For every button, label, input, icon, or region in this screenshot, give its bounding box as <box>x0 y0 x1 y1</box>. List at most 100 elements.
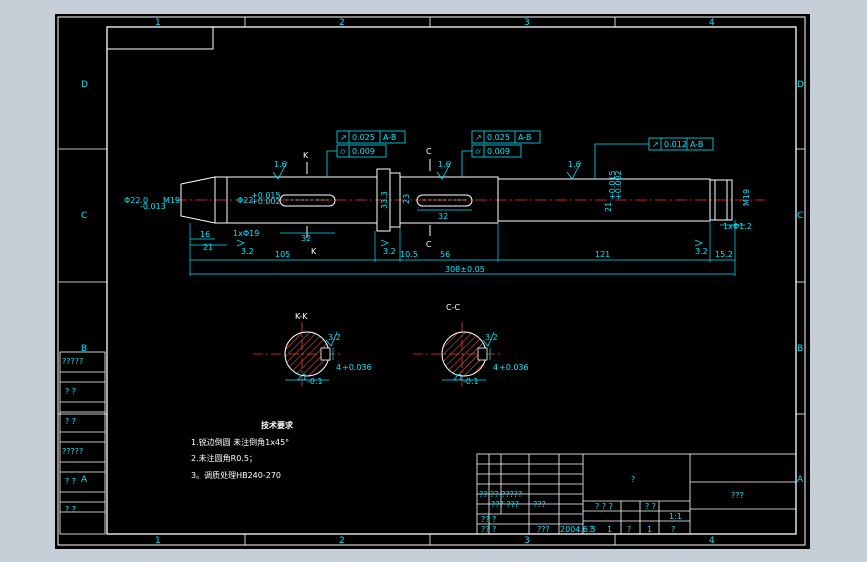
dim-121: 121 <box>595 250 610 259</box>
section-k-bottom: K <box>311 247 317 256</box>
tol-3-datum: A-B <box>518 133 531 142</box>
dia-journal2: 23 <box>402 194 411 204</box>
dia-journal1-tol2: +0.002 <box>251 197 281 206</box>
section-kk-rough: 3.2 <box>328 333 341 342</box>
section-kk-width: 21 <box>297 373 307 382</box>
grid-row-a-left: A <box>81 475 88 485</box>
rough-2: 1.6 <box>438 160 451 169</box>
dim-21: 21 <box>203 243 213 252</box>
notes-line-1: 1.锐边倒圆 未注倒角1x45° <box>191 437 289 447</box>
tol-3-value: 0.025 <box>487 133 510 142</box>
outer-border <box>57 16 806 546</box>
section-cc-title: C-C <box>446 303 460 312</box>
strip-label-1: ????? <box>62 357 83 366</box>
section-c-bottom: C <box>426 240 432 249</box>
tol-5-symbol: ↗ <box>652 140 659 149</box>
notes-title: 技术要求 <box>261 420 294 430</box>
title-block-scale-row-2: ? ? <box>645 502 656 511</box>
grid-row-a-right: A <box>797 475 804 485</box>
dim-16: 16 <box>200 230 210 239</box>
dim-chamfer-right: 1xΦ1.2 <box>723 222 752 231</box>
dia-journal3: 21 <box>604 202 613 212</box>
title-block-row-1: ?? ?? ????? <box>479 490 522 499</box>
tol-5-value: 0.012 <box>664 140 687 149</box>
title-block-drawing-no: ??? <box>731 491 744 500</box>
grid-row-b-left: B <box>81 344 87 354</box>
tol-1-symbol: ↗ <box>340 133 347 142</box>
section-k-top: K <box>303 151 309 160</box>
dia-collar: 33.3 <box>380 191 389 209</box>
keyway-1 <box>279 194 336 207</box>
section-cc-width: 21 <box>453 373 463 382</box>
title-block-row-3: ?? ? <box>481 515 496 524</box>
tol-1-value: 0.025 <box>352 133 375 142</box>
strip-label-3: ? ? <box>65 417 76 426</box>
dia-left-thread: M19 <box>163 196 180 205</box>
title-block-row-2: ??? ??? <box>491 500 519 509</box>
title-block <box>476 453 797 535</box>
grid-row-d-right: D <box>797 80 804 90</box>
dim-overall: 308±0.05 <box>445 265 485 274</box>
tol-3-symbol: ↗ <box>475 133 482 142</box>
title-block-name: ? <box>631 475 635 484</box>
strip-label-2: ? ? <box>65 387 76 396</box>
grid-col-3-bottom: 3 <box>524 536 530 546</box>
section-kk-key-tol: +0.036 <box>342 363 372 372</box>
dim-105: 105 <box>275 250 290 259</box>
section-kk-width-tol: -0.1 <box>307 377 323 386</box>
section-kk-title: K-K <box>295 312 308 321</box>
tol-1-datum: A-B <box>383 133 396 142</box>
section-cc-key: 4 <box>493 363 498 372</box>
tol-5-datum: A-B <box>690 140 703 149</box>
title-block-sheet-3: ? <box>627 525 631 534</box>
grid-col-3-top: 3 <box>524 18 530 28</box>
notes-line-2: 2.未注圆角R0.5； <box>191 453 257 463</box>
cad-drawing: 1 2 3 4 1 2 3 4 D C B A D C B A ????? ? … <box>57 16 806 546</box>
grid-col-2-bottom: 2 <box>339 536 345 546</box>
dim-15-2: 15.2 <box>715 250 733 259</box>
dim-key1: 32 <box>301 234 311 243</box>
grid-col-1-bottom: 1 <box>155 536 161 546</box>
dim-56: 56 <box>440 250 450 259</box>
section-cc-width-tol: -0.1 <box>463 377 479 386</box>
drawing-sheet: 1 2 3 4 1 2 3 4 D C B A D C B A ????? ? … <box>55 14 810 549</box>
title-block-std: ??? <box>533 500 546 509</box>
grid-row-c-right: C <box>797 211 803 221</box>
dim-chamfer-left: 1xΦ19 <box>233 229 259 238</box>
corner-box <box>107 27 214 50</box>
grid-row-c-left: C <box>81 211 87 221</box>
rough-5: 3.2 <box>383 247 396 256</box>
grid-row-b-right: B <box>797 344 803 354</box>
tol-4-value: 0.009 <box>487 147 510 156</box>
rough-1: 1.6 <box>274 160 287 169</box>
tol-4-symbol: ⌭ <box>475 147 481 156</box>
title-block-scale: 1:1 <box>669 512 682 521</box>
title-block-row-4: ?? ? <box>481 525 496 534</box>
rough-4: 3.2 <box>241 247 254 256</box>
title-block-sheet-2: 1 <box>607 525 612 534</box>
dia-journal3-tol2: +0.002 <box>614 170 623 200</box>
rough-3: 1.6 <box>568 160 581 169</box>
rough-6: 3.2 <box>695 247 708 256</box>
grid-col-1-top: 1 <box>155 18 161 28</box>
section-cc-key-tol: +0.036 <box>499 363 529 372</box>
keyway-2 <box>416 194 473 207</box>
title-block-scale-row-1: ? ? ? <box>595 502 613 511</box>
grid-col-2-top: 2 <box>339 18 345 28</box>
title-block-sheet-5: ? <box>671 525 675 534</box>
strip-label-4: ????? <box>62 447 83 456</box>
dim-key2: 32 <box>438 212 448 221</box>
section-c-top: C <box>426 147 432 156</box>
title-block-sheet-1: ? <box>589 525 593 534</box>
strip-label-6: ? ? <box>65 505 76 514</box>
strip-label-5: ? ? <box>65 477 76 486</box>
grid-row-d-left: D <box>81 80 88 90</box>
section-cc-rough: 3.2 <box>485 333 498 342</box>
grid-col-4-bottom: 4 <box>709 536 715 546</box>
dia-right-thread: M19 <box>742 189 751 206</box>
section-kk-key: 4 <box>336 363 341 372</box>
notes-line-3: 3。调质处理HB240-270 <box>191 470 281 480</box>
tol-2-value: 0.009 <box>352 147 375 156</box>
grid-col-4-top: 4 <box>709 18 715 28</box>
dia-left-end-tol: -0.013 <box>140 202 166 211</box>
